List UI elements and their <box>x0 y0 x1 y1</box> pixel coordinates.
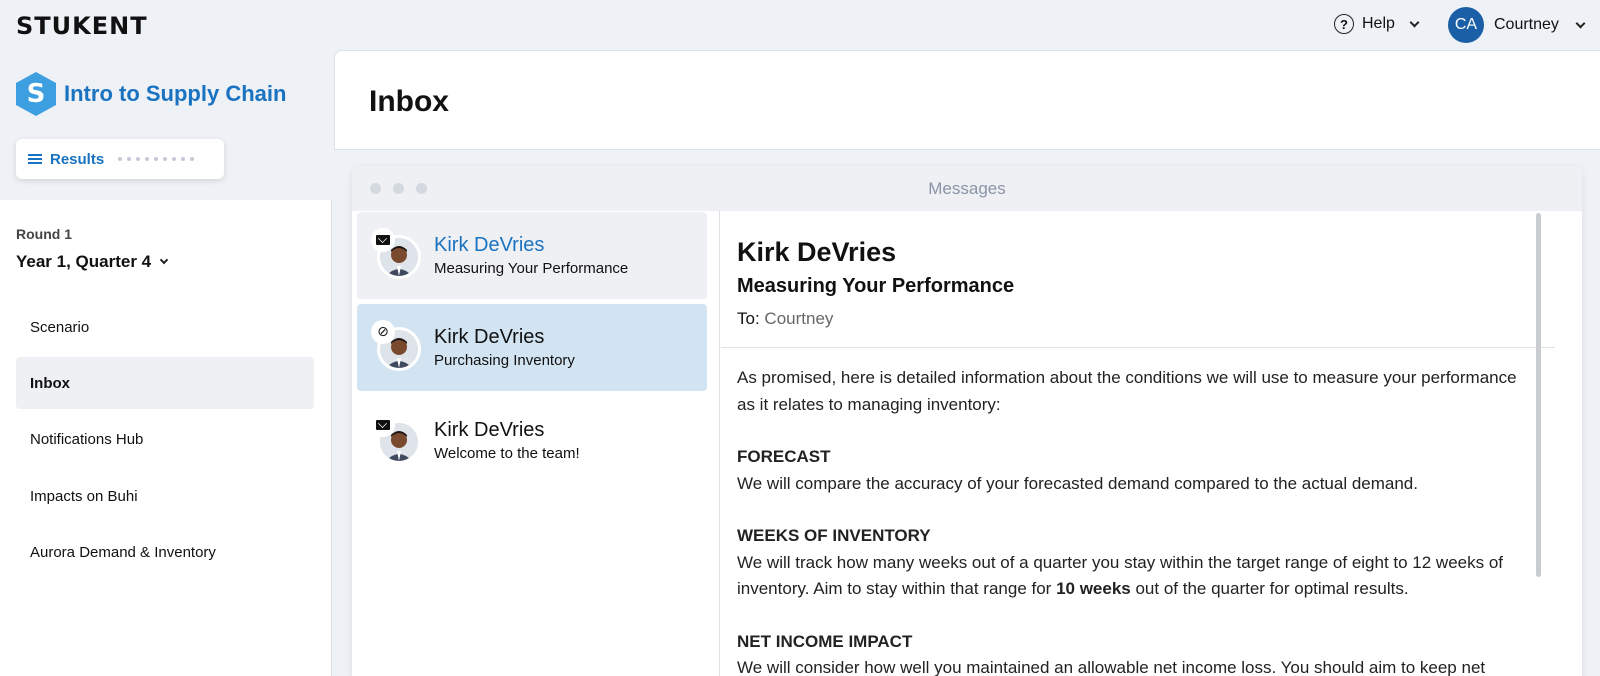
course-logo-icon: S <box>16 72 56 116</box>
detail-subject: Measuring Your Performance <box>737 275 1015 297</box>
section-text-net-income: We will consider how well you maintained… <box>737 658 1486 676</box>
sidebar-item-aurora-demand-inventory[interactable]: Aurora Demand & Inventory <box>16 526 314 578</box>
user-menu[interactable]: CA Courtney <box>1448 7 1586 43</box>
messages-title: Messages <box>928 179 1006 198</box>
envelope-icon <box>371 413 395 437</box>
sidebar: Round 1 Year 1, Quarter 4 Scenario Inbox… <box>0 200 332 676</box>
divider <box>721 347 1555 348</box>
messages-window: Messages Kirk DeVries Measuring Your Per… <box>352 166 1582 676</box>
course-header[interactable]: S Intro to Supply Chain <box>16 72 286 116</box>
round-label: Round 1 <box>16 226 72 242</box>
detail-recipient: To: Courtney <box>737 309 833 329</box>
message-item[interactable]: Kirk DeVries Measuring Your Performance <box>357 212 707 299</box>
course-title: Intro to Supply Chain <box>64 81 287 106</box>
top-bar: STUKENT ? Help CA Courtney <box>0 0 1600 48</box>
sidebar-item-inbox[interactable]: Inbox <box>16 357 314 409</box>
chevron-down-icon <box>1575 18 1586 28</box>
page-title: Inbox <box>369 85 449 118</box>
menu-icon <box>28 154 42 164</box>
section-text-weeks: We will track how many weeks out of a qu… <box>737 552 1504 599</box>
quarter-selector[interactable]: Year 1, Quarter 4 <box>16 252 169 272</box>
body-intro: As promised, here is detailed informatio… <box>737 368 1517 414</box>
quarter-label: Year 1, Quarter 4 <box>16 252 152 271</box>
message-item[interactable]: ⊘ Kirk DeVries Purchasing Inventory <box>357 304 707 391</box>
sidebar-item-notifications-hub[interactable]: Notifications Hub <box>16 413 314 465</box>
chevron-down-icon <box>1409 17 1420 27</box>
detail-scrollbar[interactable] <box>1536 213 1541 577</box>
stukent-logo[interactable]: STUKENT <box>16 12 148 40</box>
results-label: Results <box>50 150 105 168</box>
user-avatar: CA <box>1448 7 1484 43</box>
message-sender: Kirk DeVries <box>434 234 545 256</box>
envelope-icon <box>371 228 395 252</box>
to-label: To: <box>737 309 760 328</box>
help-icon: ? <box>1334 14 1354 34</box>
message-subject: Welcome to the team! <box>434 445 580 462</box>
detail-sender: Kirk DeVries <box>737 237 897 267</box>
section-heading-net-income: NET INCOME IMPACT <box>737 631 913 651</box>
main-header: Inbox <box>334 50 1600 150</box>
sidebar-item-scenario[interactable]: Scenario <box>16 301 314 353</box>
progress-dots <box>118 157 195 161</box>
sidebar-item-impacts-on-buhi[interactable]: Impacts on Buhi <box>16 470 314 522</box>
message-item[interactable]: Kirk DeVries Welcome to the team! <box>357 397 707 484</box>
message-sender: Kirk DeVries <box>434 419 545 441</box>
help-menu[interactable]: ? Help <box>1334 14 1420 34</box>
section-heading-forecast: FORECAST <box>737 447 831 466</box>
user-name: Courtney <box>1494 16 1559 33</box>
message-subject: Measuring Your Performance <box>434 260 629 277</box>
message-detail: Kirk DeVries Measuring Your Performance … <box>721 211 1582 676</box>
help-label: Help <box>1362 15 1395 32</box>
message-sender: Kirk DeVries <box>434 326 545 348</box>
paperclip-icon: ⊘ <box>371 320 395 344</box>
chevron-down-icon <box>159 255 169 265</box>
message-body: As promised, here is detailed informatio… <box>737 365 1537 676</box>
message-subject: Purchasing Inventory <box>434 352 575 369</box>
messages-title-bar: Messages <box>352 166 1582 211</box>
section-text-forecast: We will compare the accuracy of your for… <box>737 473 1418 493</box>
message-list: Kirk DeVries Measuring Your Performance … <box>352 211 720 676</box>
to-value: Courtney <box>764 309 834 328</box>
results-button[interactable]: Results <box>16 139 224 179</box>
section-heading-weeks: WEEKS OF INVENTORY <box>737 526 931 545</box>
